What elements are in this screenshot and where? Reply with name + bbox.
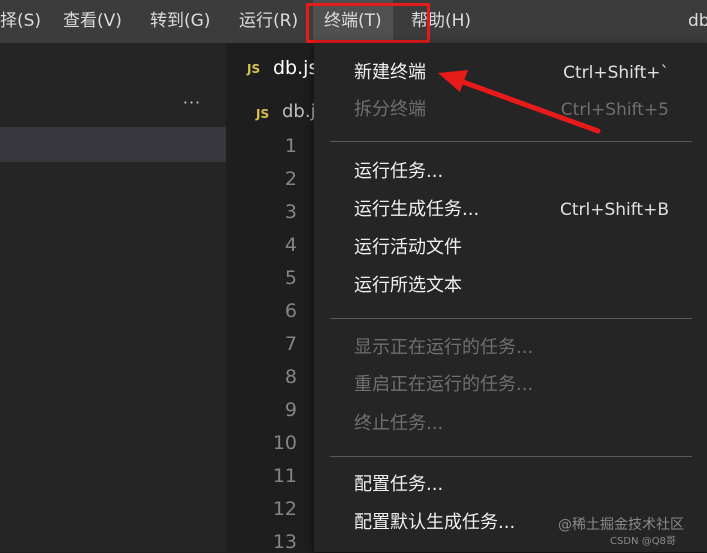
csdn-watermark: CSDN @Q8哥 <box>610 536 676 547</box>
watermark-text: @稀土掘金技术社区 <box>558 517 684 533</box>
annotation-arrow <box>438 70 601 134</box>
